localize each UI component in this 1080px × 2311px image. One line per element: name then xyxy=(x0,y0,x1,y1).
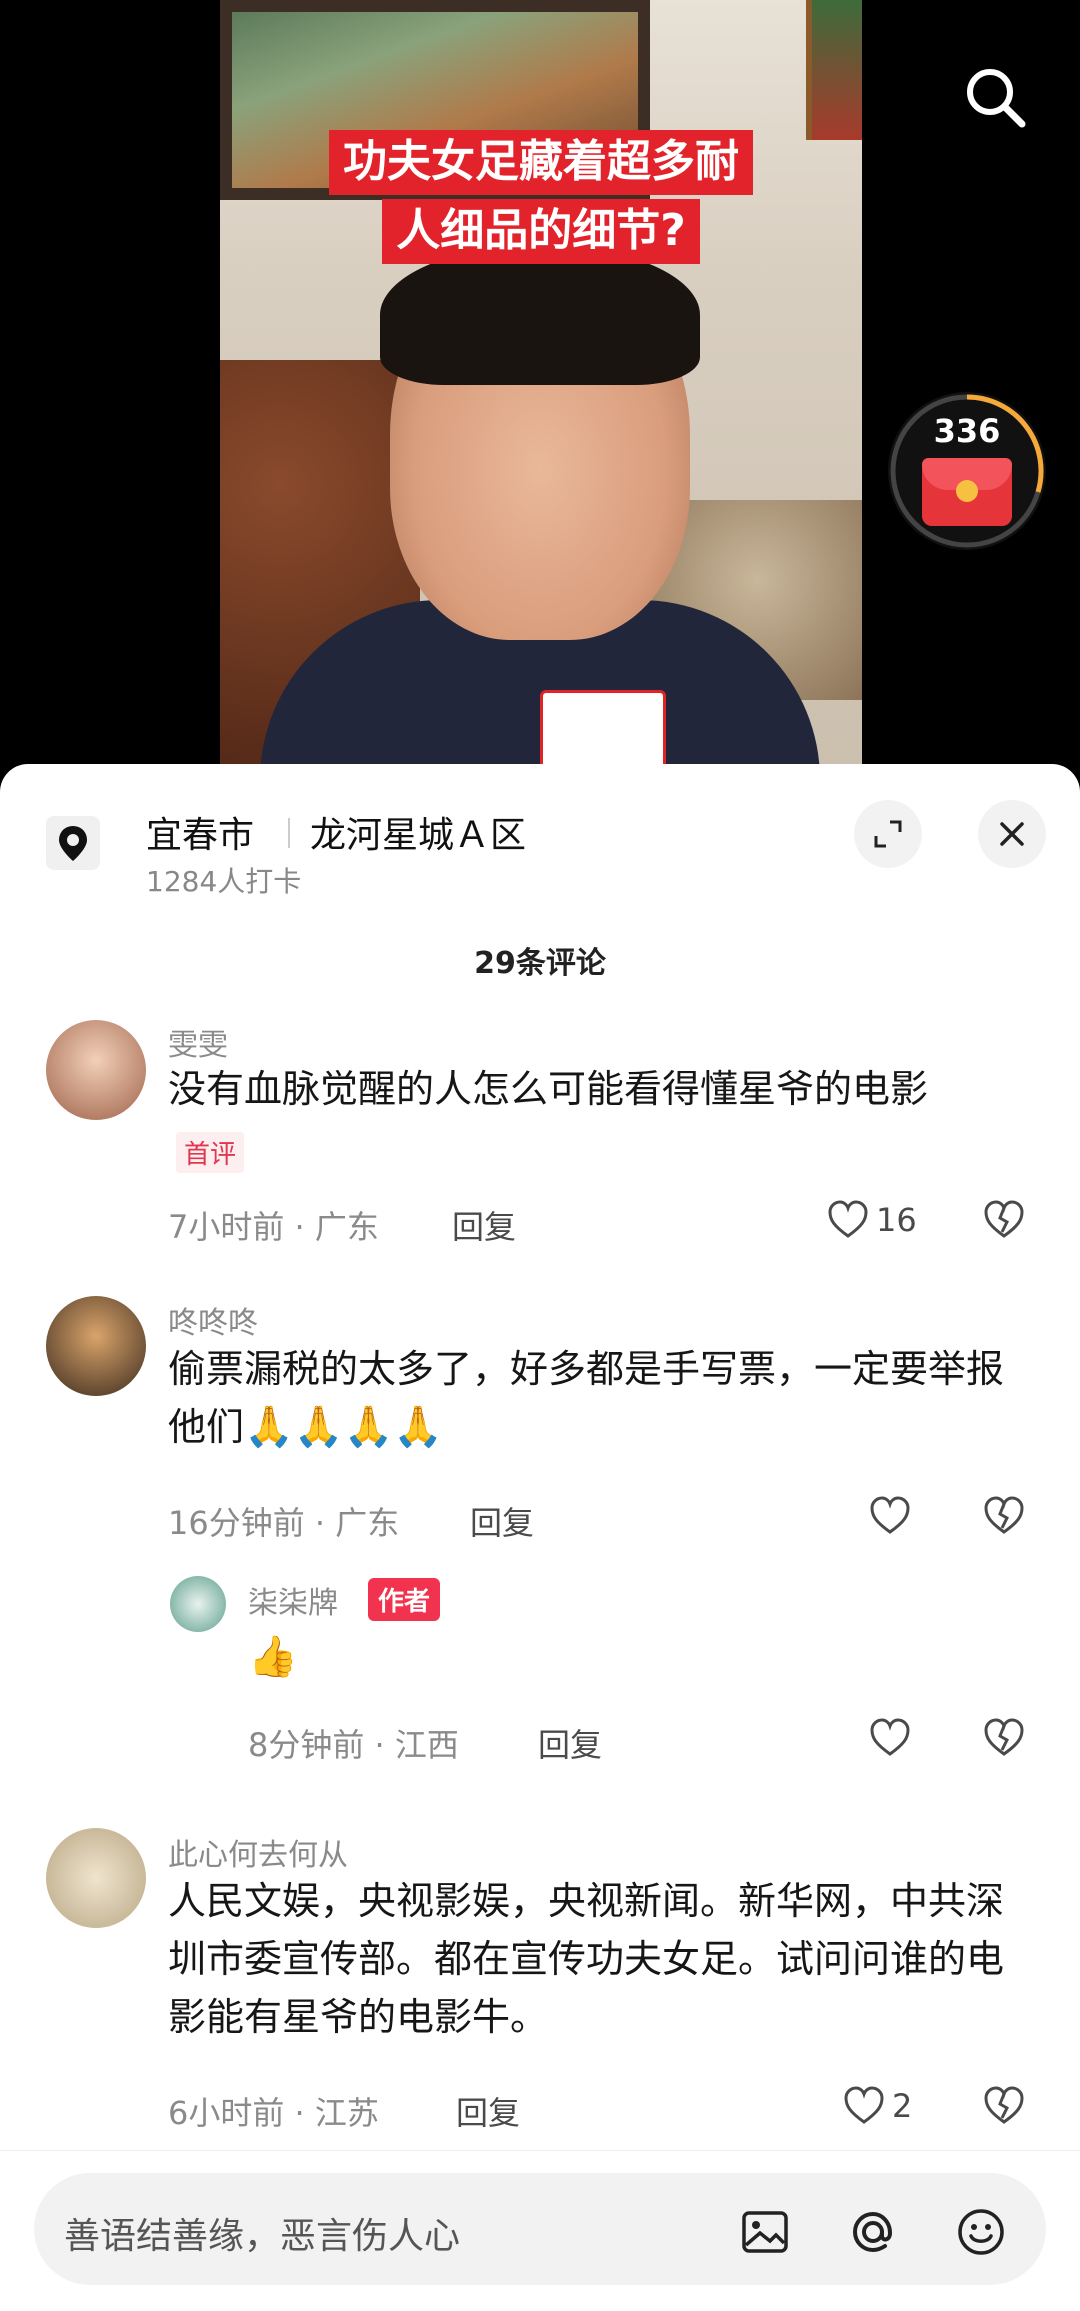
comment-time-location: 8分钟前 · 江西 xyxy=(248,1726,459,1764)
person-hair xyxy=(380,245,700,385)
first-comment-badge: 首评 xyxy=(176,1132,245,1173)
redpacket-icon xyxy=(922,458,1012,526)
comment-time-location: 16分钟前 · 广东 xyxy=(168,1504,400,1542)
like-button[interactable]: 2 xyxy=(840,2082,912,2130)
comment-emoji: 🙏🙏🙏🙏 xyxy=(244,1404,444,1450)
avatar[interactable] xyxy=(46,1828,146,1928)
redpacket-widget[interactable]: 336 xyxy=(888,392,1046,550)
comment-username[interactable]: 柒柒牌 xyxy=(248,1578,338,1622)
expand-icon xyxy=(874,820,902,848)
like-count: 16 xyxy=(876,1201,917,1239)
comment-username[interactable]: 雯雯 xyxy=(168,1020,228,1064)
comment-text: 没有血脉觉醒的人怎么可能看得懂星爷的电影 xyxy=(168,1067,929,1111)
reply-button[interactable]: 回复 xyxy=(470,1498,534,1544)
image-icon xyxy=(742,2211,788,2253)
location-place[interactable]: 龙河星城Ａ区 xyxy=(310,806,526,858)
comment-count: 29条评论 xyxy=(474,946,606,981)
qr-card xyxy=(540,690,666,770)
comment-emoji: 👍 xyxy=(248,1634,298,1680)
avatar[interactable] xyxy=(46,1020,146,1120)
dislike-button[interactable] xyxy=(980,1714,1028,1762)
expand-button[interactable] xyxy=(854,800,922,868)
comment-text: 人民文娱，央视影娱，央视新闻。新华网，中共深圳市委宣传部。都在宣传功夫女足。试问… xyxy=(168,1879,1005,2039)
reply-button[interactable]: 回复 xyxy=(456,2088,520,2134)
comment-time-location: 6小时前 · 江苏 xyxy=(168,2094,379,2132)
mention-button[interactable] xyxy=(846,2205,900,2259)
reply-button[interactable]: 回复 xyxy=(452,1202,516,1248)
like-button[interactable]: 16 xyxy=(824,1196,917,1244)
broken-heart-icon xyxy=(984,2086,1024,2124)
emoji-icon xyxy=(958,2209,1004,2255)
close-icon xyxy=(1000,822,1024,846)
search-icon xyxy=(967,69,1026,128)
comment-username[interactable]: 此心何去何从 xyxy=(168,1830,348,1874)
like-button[interactable] xyxy=(866,1492,918,1540)
caption-line-1: 功夫女足藏着超多耐 xyxy=(329,130,753,195)
emoji-button[interactable] xyxy=(954,2205,1008,2259)
background-painting-right xyxy=(806,0,862,140)
location-pin-icon xyxy=(46,816,100,870)
comment-text: 偷票漏税的太多了，好多都是手写票，一定要举报他们🙏🙏🙏🙏 xyxy=(168,1347,1005,1450)
comment-username[interactable]: 咚咚咚 xyxy=(168,1298,258,1342)
author-badge: 作者 xyxy=(368,1578,441,1621)
comment-input[interactable]: 善语结善缘，恶言伤人心 xyxy=(34,2173,1046,2285)
reply-button[interactable]: 回复 xyxy=(538,1720,602,1766)
dislike-button[interactable] xyxy=(980,1196,1028,1244)
comment-sheet: 宜春市 龙河星城Ａ区 1284人打卡 29条评论 雯雯 没有血脉觉醒的人怎么可能… xyxy=(0,764,1080,2310)
heart-icon xyxy=(844,2086,884,2124)
heart-icon xyxy=(870,1718,910,1756)
like-count: 2 xyxy=(892,2087,913,2125)
redpacket-count: 336 xyxy=(933,412,1001,450)
location-divider xyxy=(288,818,290,848)
comment-input-placeholder: 善语结善缘，恶言伤人心 xyxy=(64,2216,461,2257)
video-frame[interactable]: 功夫女足藏着超多耐 人细品的细节? xyxy=(220,0,862,770)
broken-heart-icon xyxy=(984,1718,1024,1756)
at-icon xyxy=(852,2211,893,2253)
location-checkins: 1284人打卡 xyxy=(146,865,302,898)
comment-text: 👍 xyxy=(248,1628,448,1686)
like-button[interactable] xyxy=(866,1714,918,1762)
video-caption: 功夫女足藏着超多耐 人细品的细节? xyxy=(220,128,862,266)
heart-icon xyxy=(870,1496,910,1534)
comment-time-location: 7小时前 · 广东 xyxy=(168,1208,379,1246)
video-player[interactable]: 功夫女足藏着超多耐 人细品的细节? 336 xyxy=(0,0,1080,770)
close-button[interactable] xyxy=(978,800,1046,868)
dislike-button[interactable] xyxy=(980,2082,1028,2130)
location-city[interactable]: 宜春市 xyxy=(146,806,254,858)
heart-icon xyxy=(828,1200,868,1238)
avatar[interactable] xyxy=(46,1296,146,1396)
broken-heart-icon xyxy=(984,1496,1024,1534)
image-button[interactable] xyxy=(738,2205,792,2259)
broken-heart-icon xyxy=(984,1200,1024,1238)
avatar[interactable] xyxy=(170,1576,226,1632)
search-button[interactable] xyxy=(960,62,1032,134)
caption-line-2: 人细品的细节? xyxy=(382,198,700,264)
dislike-button[interactable] xyxy=(980,1492,1028,1540)
comment-input-bar: 善语结善缘，恶言伤人心 xyxy=(0,2150,1080,2311)
